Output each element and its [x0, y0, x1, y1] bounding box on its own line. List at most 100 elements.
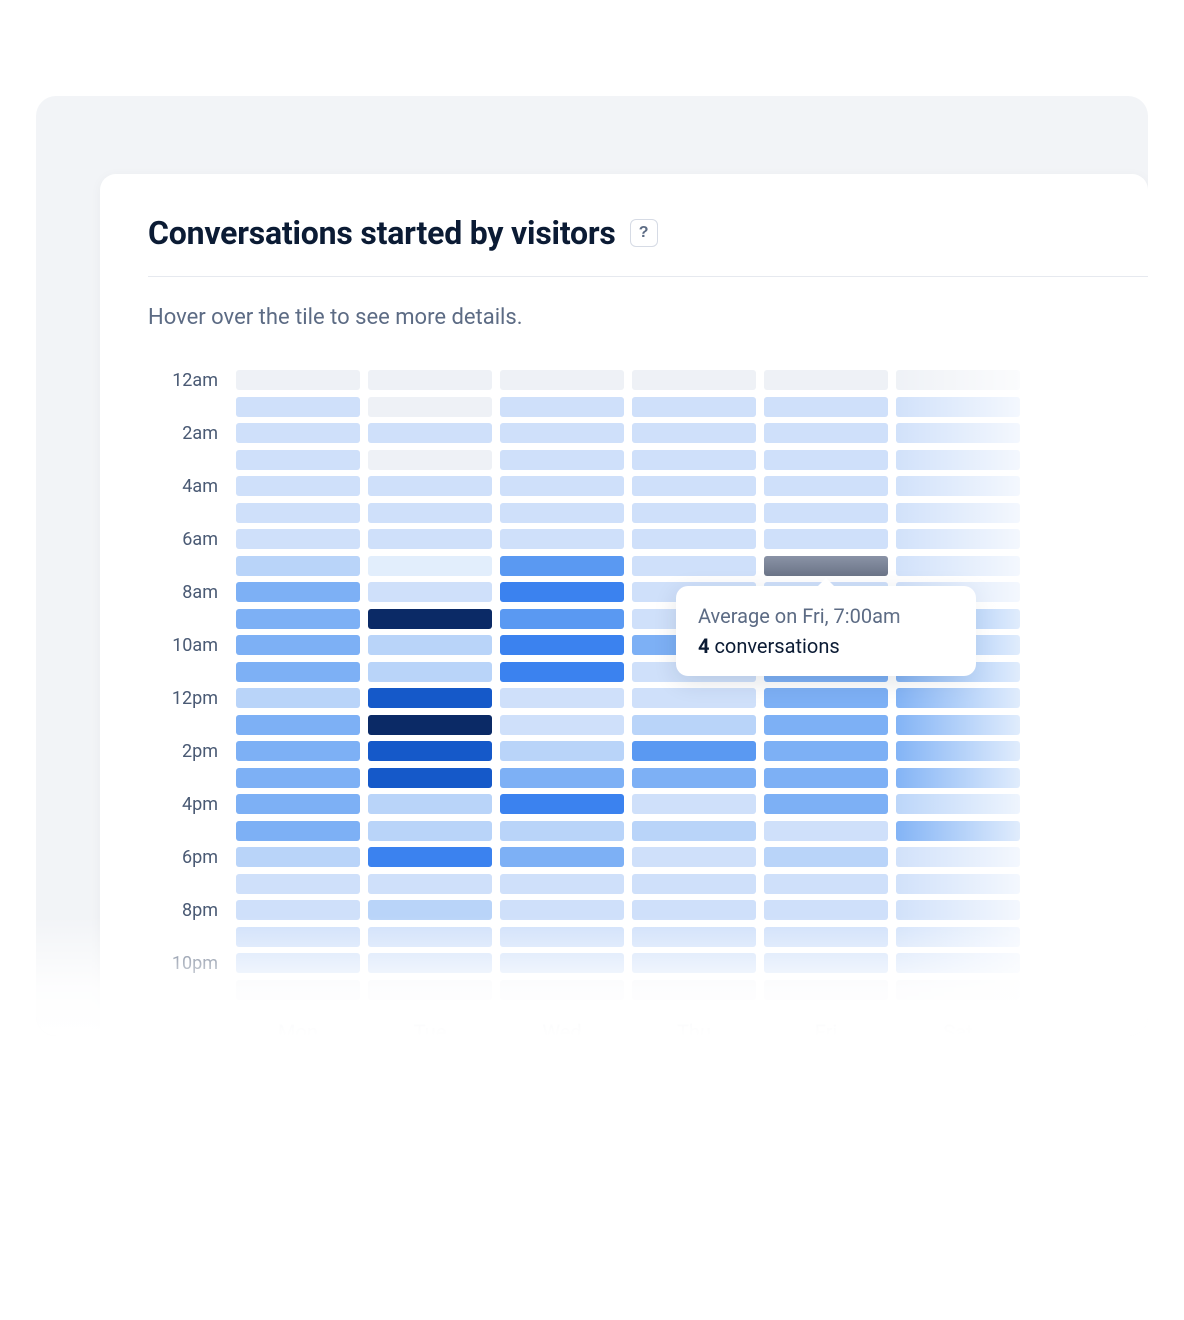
heatmap-cell[interactable] [764, 953, 888, 973]
heatmap-cell[interactable] [896, 794, 1020, 814]
heatmap-cell[interactable] [368, 582, 492, 602]
heatmap-cell[interactable] [500, 980, 624, 1000]
heatmap-cell[interactable] [368, 688, 492, 708]
heatmap-cell[interactable] [632, 370, 756, 390]
heatmap-cell[interactable] [368, 529, 492, 549]
heatmap-cell[interactable] [236, 503, 360, 523]
heatmap-cell[interactable] [896, 688, 1020, 708]
heatmap-cell[interactable] [500, 900, 624, 920]
heatmap-cell[interactable] [632, 847, 756, 867]
heatmap-cell[interactable] [500, 609, 624, 629]
heatmap-cell[interactable] [236, 715, 360, 735]
heatmap-cell[interactable] [632, 927, 756, 947]
help-icon[interactable]: ? [630, 219, 658, 247]
heatmap-cell[interactable] [764, 847, 888, 867]
heatmap-cell[interactable] [632, 688, 756, 708]
heatmap-cell[interactable] [236, 582, 360, 602]
heatmap-cell[interactable] [236, 741, 360, 761]
heatmap-cell[interactable] [632, 556, 756, 576]
heatmap-cell[interactable] [764, 688, 888, 708]
heatmap-cell[interactable] [896, 556, 1020, 576]
heatmap-cell[interactable] [632, 980, 756, 1000]
heatmap-cell[interactable] [764, 927, 888, 947]
heatmap-cell[interactable] [764, 503, 888, 523]
heatmap-cell[interactable] [632, 476, 756, 496]
heatmap-cell[interactable] [368, 900, 492, 920]
heatmap-cell[interactable] [764, 874, 888, 894]
heatmap-cell[interactable] [236, 980, 360, 1000]
heatmap-cell[interactable] [896, 370, 1020, 390]
heatmap-cell[interactable] [368, 423, 492, 443]
heatmap-cell[interactable] [896, 423, 1020, 443]
heatmap-cell[interactable] [236, 635, 360, 655]
heatmap-cell[interactable] [896, 768, 1020, 788]
heatmap-cell[interactable] [764, 980, 888, 1000]
heatmap-cell[interactable] [764, 741, 888, 761]
heatmap-cell[interactable] [236, 847, 360, 867]
heatmap-cell[interactable] [368, 768, 492, 788]
heatmap-cell[interactable] [764, 609, 888, 629]
heatmap-cell[interactable] [764, 794, 888, 814]
heatmap-cell[interactable] [236, 370, 360, 390]
heatmap-cell[interactable] [896, 980, 1020, 1000]
heatmap-cell[interactable] [500, 450, 624, 470]
heatmap-cell[interactable] [368, 397, 492, 417]
heatmap-cell[interactable] [764, 529, 888, 549]
heatmap-cell[interactable] [632, 582, 756, 602]
heatmap-cell[interactable] [632, 741, 756, 761]
heatmap-cell[interactable] [368, 556, 492, 576]
heatmap-cell[interactable] [368, 635, 492, 655]
heatmap-cell[interactable] [500, 715, 624, 735]
heatmap-cell[interactable] [368, 450, 492, 470]
heatmap-cell[interactable] [236, 423, 360, 443]
heatmap-cell[interactable] [368, 794, 492, 814]
heatmap-cell[interactable] [764, 450, 888, 470]
heatmap-cell[interactable] [368, 715, 492, 735]
heatmap-cell[interactable] [500, 476, 624, 496]
heatmap-cell[interactable] [764, 715, 888, 735]
heatmap-cell[interactable] [896, 715, 1020, 735]
heatmap-cell[interactable] [896, 503, 1020, 523]
heatmap-cell[interactable] [500, 529, 624, 549]
heatmap-cell[interactable] [896, 476, 1020, 496]
heatmap-cell[interactable] [764, 397, 888, 417]
heatmap-cell[interactable] [500, 370, 624, 390]
heatmap-cell[interactable] [236, 450, 360, 470]
heatmap-cell[interactable] [896, 847, 1020, 867]
heatmap-cell[interactable] [764, 582, 888, 602]
heatmap-cell[interactable] [896, 900, 1020, 920]
heatmap-cell[interactable] [896, 741, 1020, 761]
heatmap-cell[interactable] [368, 662, 492, 682]
heatmap-cell[interactable] [368, 980, 492, 1000]
heatmap-cell[interactable] [764, 476, 888, 496]
heatmap-cell[interactable] [896, 582, 1020, 602]
heatmap-cell[interactable] [500, 503, 624, 523]
heatmap-cell[interactable] [500, 582, 624, 602]
heatmap-cell[interactable] [368, 874, 492, 894]
heatmap-cell[interactable] [896, 662, 1020, 682]
heatmap-cell[interactable] [764, 556, 888, 576]
heatmap-cell[interactable] [368, 821, 492, 841]
heatmap-cell[interactable] [500, 953, 624, 973]
heatmap-cell[interactable] [632, 900, 756, 920]
heatmap-cell[interactable] [236, 768, 360, 788]
heatmap-cell[interactable] [632, 715, 756, 735]
heatmap-cell[interactable] [632, 529, 756, 549]
heatmap-cell[interactable] [236, 953, 360, 973]
heatmap-cell[interactable] [632, 423, 756, 443]
heatmap-cell[interactable] [368, 609, 492, 629]
heatmap-cell[interactable] [236, 476, 360, 496]
heatmap-cell[interactable] [632, 503, 756, 523]
heatmap-cell[interactable] [500, 662, 624, 682]
heatmap-cell[interactable] [368, 847, 492, 867]
heatmap-cell[interactable] [896, 450, 1020, 470]
heatmap-cell[interactable] [236, 529, 360, 549]
heatmap-cell[interactable] [236, 397, 360, 417]
heatmap-cell[interactable] [236, 794, 360, 814]
heatmap-cell[interactable] [500, 794, 624, 814]
heatmap-cell[interactable] [896, 397, 1020, 417]
heatmap-cell[interactable] [896, 821, 1020, 841]
heatmap-cell[interactable] [236, 900, 360, 920]
heatmap-cell[interactable] [368, 476, 492, 496]
heatmap-cell[interactable] [368, 953, 492, 973]
